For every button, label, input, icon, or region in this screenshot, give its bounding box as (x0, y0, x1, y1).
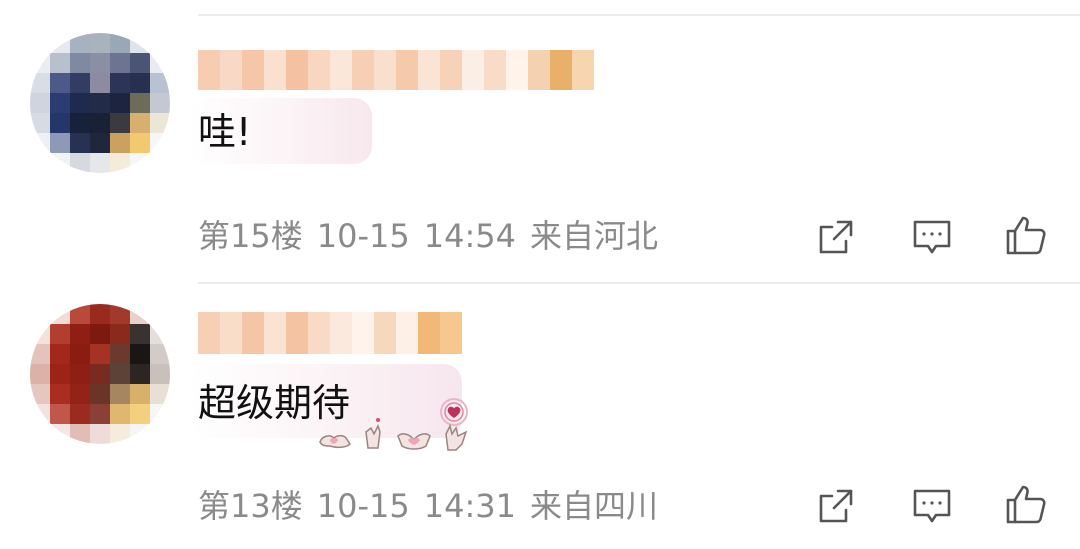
comment-location: 来自河北 (529, 217, 658, 255)
share-button[interactable] (812, 482, 860, 530)
thumbs-up-icon (1006, 485, 1046, 524)
reply-button[interactable] (908, 213, 956, 261)
reply-button[interactable] (908, 482, 956, 530)
username-pixelation (198, 312, 616, 354)
share-button[interactable] (812, 213, 860, 261)
like-button[interactable] (1002, 480, 1050, 528)
share-icon (819, 220, 853, 254)
avatar[interactable] (30, 33, 170, 173)
comment-text: 哇! (198, 110, 252, 154)
comment-date: 10-15 (316, 487, 410, 525)
comment-icon (913, 489, 951, 523)
comment-time: 14:54 (423, 217, 516, 255)
comment-time: 14:31 (423, 487, 516, 525)
comment-icon (913, 220, 951, 254)
comment-location: 来自四川 (529, 487, 658, 525)
avatar[interactable] (30, 304, 170, 444)
thumbs-up-icon (1006, 216, 1046, 255)
comment-meta: 第13楼 10-15 14:31 来自四川 (198, 490, 672, 522)
like-button[interactable] (1002, 211, 1050, 259)
comment-meta: 第15楼 10-15 14:54 来自河北 (198, 220, 672, 252)
share-icon (819, 489, 853, 523)
heart-hands-sticker (316, 396, 476, 456)
username-pixelation (198, 50, 616, 90)
comment-item: 超级期待 第13楼 10-15 14:31 来自四川 (0, 284, 1080, 549)
floor-number: 第13楼 (198, 487, 303, 525)
floor-number: 第15楼 (198, 217, 303, 255)
comment-item: 哇! 第15楼 10-15 14:54 来自河北 (0, 0, 1080, 280)
comment-date: 10-15 (316, 217, 410, 255)
